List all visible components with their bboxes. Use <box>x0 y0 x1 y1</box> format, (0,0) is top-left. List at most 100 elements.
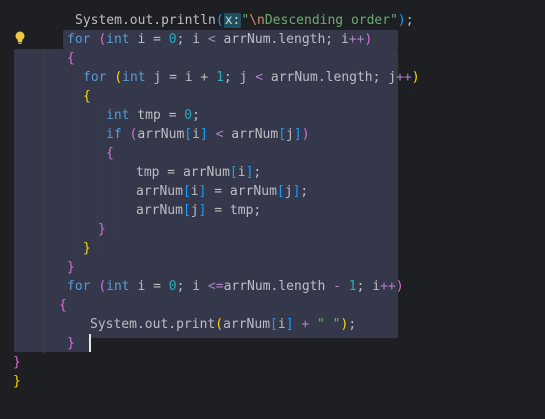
indent-guide <box>113 160 114 235</box>
code-token: } <box>98 222 106 237</box>
code-line[interactable]: { <box>67 49 75 68</box>
code-token: ; j <box>223 70 256 85</box>
code-token: { <box>106 146 114 161</box>
code-line[interactable]: System.out.print(arrNum[i] + " "); <box>90 315 356 334</box>
code-token: " " <box>317 317 341 332</box>
indent-guide <box>44 49 45 354</box>
code-token: ; i <box>176 279 208 294</box>
code-token: i = <box>129 279 169 294</box>
code-token: ; i <box>176 32 208 47</box>
code-token: ++ <box>348 32 365 47</box>
code-line[interactable]: } <box>98 220 106 239</box>
code-line[interactable]: } <box>83 239 91 258</box>
code-token: arrNum <box>136 184 183 199</box>
code-token: ; i <box>356 279 381 294</box>
code-token: } <box>67 260 75 275</box>
code-line[interactable]: } <box>13 372 21 391</box>
code-token: ( <box>98 279 107 294</box>
code-token: j <box>190 203 199 218</box>
code-token: arrNum <box>223 317 271 332</box>
code-line[interactable]: } <box>13 353 21 372</box>
code-token: } <box>13 355 21 370</box>
code-token: = tmp; <box>206 203 262 218</box>
code-token: <= <box>207 279 224 294</box>
code-token: ; <box>192 108 200 123</box>
code-token: if <box>106 127 122 142</box>
code-line[interactable]: for (int j = i + 1; j < arrNum.length; j… <box>83 68 420 87</box>
code-token: + <box>301 317 310 332</box>
code-line[interactable]: } <box>67 258 75 277</box>
code-token: ) <box>301 127 310 142</box>
code-line[interactable]: arrNum[i] = arrNum[j]; <box>136 182 308 201</box>
code-line[interactable]: if (arrNum[i] < arrNum[j]) <box>106 125 310 144</box>
code-line[interactable]: { <box>59 296 67 315</box>
code-line[interactable]: arrNum[j] = tmp; <box>136 201 261 220</box>
code-token: System.out.print <box>90 317 216 332</box>
code-token: j <box>284 184 293 199</box>
code-token: ) <box>364 32 373 47</box>
code-line[interactable]: tmp = arrNum[i]; <box>136 163 261 182</box>
code-token: arrNum.length; i <box>215 32 349 47</box>
code-token: for <box>67 32 91 47</box>
code-line[interactable]: System.out.println(x:"\nDescending order… <box>75 11 414 30</box>
code-token: } <box>83 241 91 256</box>
code-token: ) <box>395 279 404 294</box>
code-token: ; <box>348 317 357 332</box>
code-token: [ <box>278 127 287 142</box>
code-token: [ <box>276 184 285 199</box>
code-token: 0 <box>168 32 177 47</box>
code-token: arrNum <box>223 127 279 142</box>
code-token: tmp = <box>129 108 185 123</box>
code-token: Descending order" <box>264 13 398 28</box>
code-token: ] <box>293 127 302 142</box>
lightbulb-icon[interactable] <box>14 31 26 45</box>
code-token: int <box>106 279 130 294</box>
code-token: [ <box>182 184 191 199</box>
code-token: [ <box>229 165 238 180</box>
code-token: ] <box>199 127 208 142</box>
code-token: System.out.println <box>75 13 216 28</box>
code-token: 1 <box>348 279 357 294</box>
code-token: j = i + <box>145 70 217 85</box>
code-line[interactable]: int tmp = 0; <box>106 106 200 125</box>
code-token: \n <box>249 13 265 28</box>
code-token: 0 <box>168 279 177 294</box>
code-editor[interactable]: System.out.println(x:"\nDescending order… <box>0 0 545 419</box>
text-caret <box>89 334 91 352</box>
code-token: } <box>67 336 75 351</box>
code-line[interactable]: } <box>67 334 75 353</box>
code-token: - <box>333 279 341 294</box>
code-token: tmp = arrNum <box>136 165 230 180</box>
code-token: ; <box>405 13 414 28</box>
code-token: i = <box>129 32 169 47</box>
code-line[interactable]: for (int i = 0; i < arrNum.length; i++) <box>67 30 372 49</box>
code-token: [ <box>184 127 193 142</box>
code-token: ) <box>411 70 420 85</box>
code-token: ( <box>98 32 107 47</box>
code-token: } <box>13 374 21 389</box>
code-token: i <box>190 184 199 199</box>
code-token: ++ <box>380 279 396 294</box>
code-line[interactable]: for (int i = 0; i <=arrNum.length - 1; i… <box>67 277 404 296</box>
selection-highlight <box>14 334 90 352</box>
code-token: 0 <box>184 108 193 123</box>
code-token: i <box>237 165 246 180</box>
code-token: i <box>277 317 286 332</box>
code-token: ) <box>397 13 406 28</box>
code-token: 1 <box>216 70 224 85</box>
code-token: ( <box>114 70 123 85</box>
indent-guide <box>74 64 75 264</box>
code-line[interactable]: { <box>106 144 114 163</box>
code-token: ; <box>300 184 309 199</box>
code-token: arrNum <box>137 127 185 142</box>
code-token: i <box>192 127 200 142</box>
code-token: int <box>106 108 130 123</box>
code-token: arrNum.length <box>223 279 334 294</box>
code-token: ++ <box>396 70 412 85</box>
code-token: { <box>59 298 67 313</box>
code-token: ] <box>285 317 294 332</box>
code-line[interactable]: { <box>83 87 91 106</box>
